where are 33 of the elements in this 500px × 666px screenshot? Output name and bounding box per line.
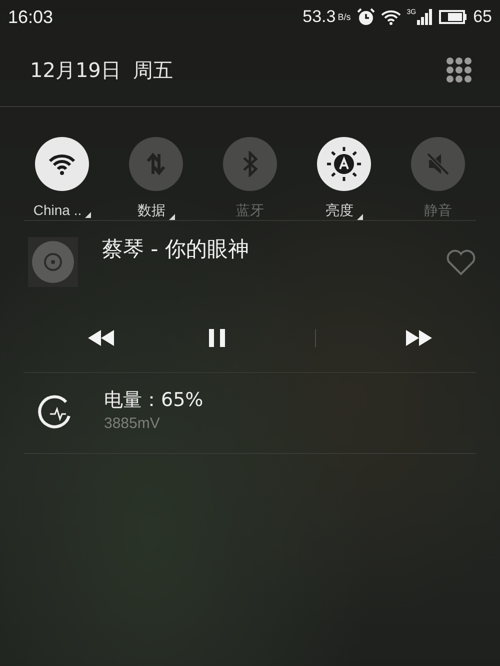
network-speed: 53.3	[302, 7, 336, 27]
battery-voltage: 3885mV	[104, 414, 161, 432]
toggle-label: 数据	[138, 202, 166, 220]
cell-signal-icon	[417, 9, 434, 25]
wifi-toggle[interactable]	[35, 137, 89, 191]
song-title: 蔡琴 - 你的眼神	[102, 236, 249, 263]
data-toggle[interactable]	[129, 137, 183, 191]
grid-menu-icon[interactable]	[446, 57, 472, 83]
date-text: 12月19日	[30, 56, 121, 84]
status-time: 16:03	[8, 6, 54, 28]
bluetooth-toggle[interactable]	[223, 137, 277, 191]
heart-icon[interactable]	[446, 249, 476, 276]
auto-brightness-icon	[324, 144, 364, 184]
toggle-label: 亮度	[326, 202, 354, 220]
speed-unit: B/s	[338, 12, 351, 22]
toggle-label: 蓝牙	[236, 202, 264, 220]
corner-triangle-icon	[84, 212, 91, 218]
corner-triangle-icon	[356, 214, 362, 220]
weekday-text: 周五	[132, 56, 173, 84]
mute-toggle[interactable]	[411, 137, 465, 191]
brightness-toggle[interactable]	[317, 137, 371, 191]
bluetooth-icon	[242, 151, 258, 177]
wifi-icon	[48, 153, 76, 175]
wifi-signal-icon	[380, 9, 401, 25]
battery-percent: 65	[473, 7, 492, 27]
alarm-icon	[356, 8, 375, 26]
battery-charge: 电量：65%	[104, 388, 204, 412]
muted-speaker-icon	[425, 152, 451, 176]
toggle-label: China ..	[33, 202, 82, 218]
battery-icon	[439, 9, 468, 25]
corner-triangle-icon	[168, 214, 174, 220]
up-down-arrows-icon	[146, 152, 166, 176]
toggle-label: 静音	[424, 202, 452, 220]
